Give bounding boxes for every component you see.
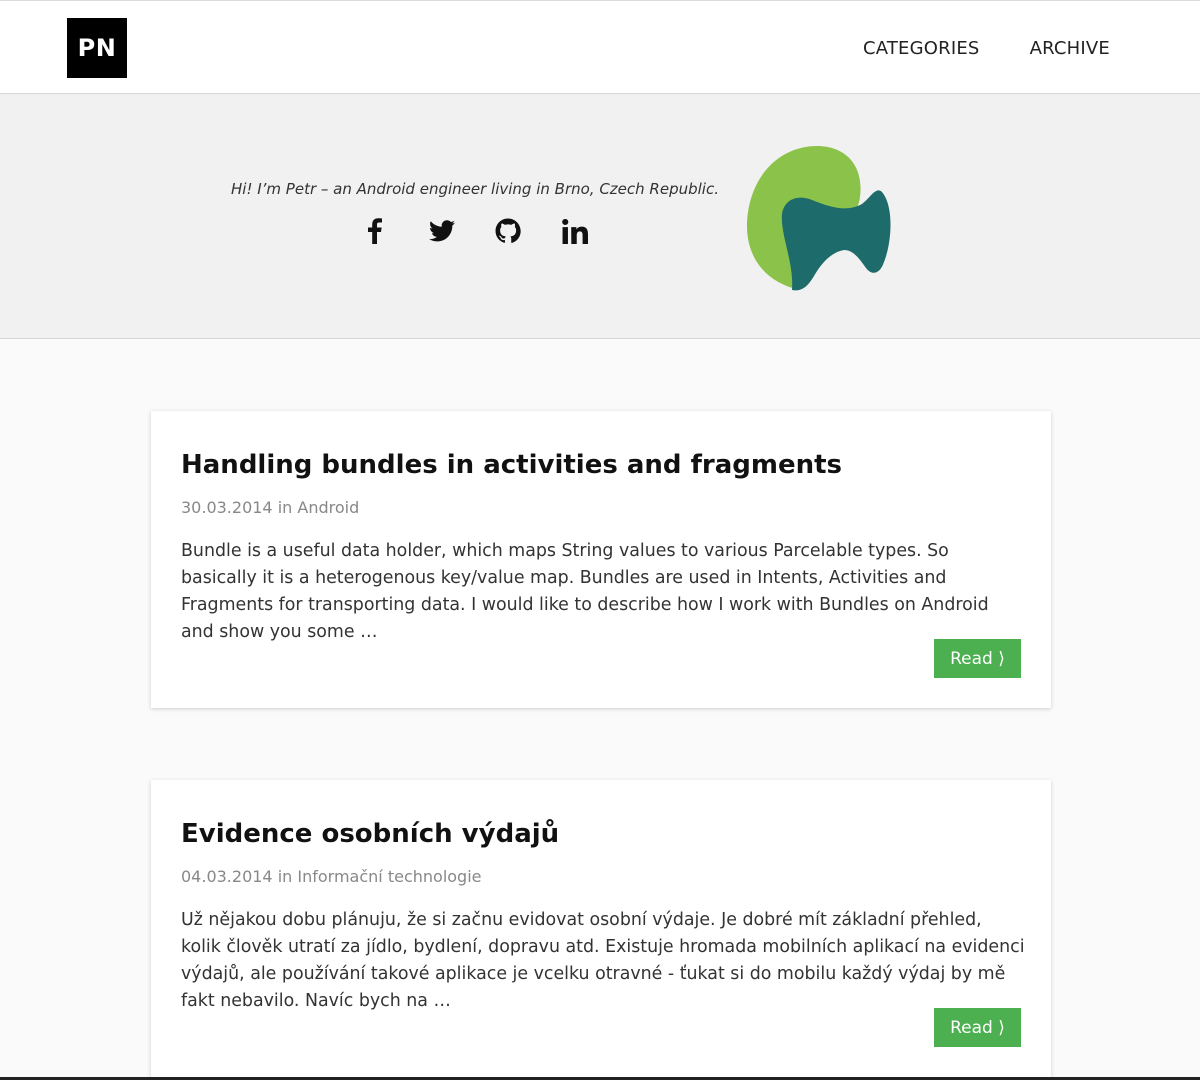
post-meta: 30.03.2014 in Android (181, 498, 1021, 518)
main-nav: CATEGORIES ARCHIVE (813, 1, 1110, 95)
post-title[interactable]: Evidence osobních výdajů (181, 816, 1021, 852)
post-date: 30.03.2014 (181, 498, 273, 517)
nav-categories[interactable]: CATEGORIES (863, 38, 980, 59)
post-date: 04.03.2014 (181, 867, 273, 886)
post-card: Handling bundles in activities and fragm… (151, 411, 1051, 708)
facebook-link[interactable] (360, 216, 390, 246)
post-meta: 04.03.2014 in Informační technologie (181, 867, 1021, 887)
twitter-icon (428, 220, 455, 242)
twitter-link[interactable] (427, 216, 457, 246)
read-button[interactable]: Read ⟩ (934, 1008, 1021, 1047)
linkedin-icon (562, 218, 588, 244)
site-logo[interactable]: PN (67, 18, 127, 78)
post-category-link[interactable]: Informační technologie (297, 867, 481, 886)
github-icon (495, 218, 521, 243)
linkedin-link[interactable] (560, 216, 590, 246)
nav-archive[interactable]: ARCHIVE (1030, 38, 1110, 59)
post-title[interactable]: Handling bundles in activities and fragm… (181, 447, 1021, 483)
post-meta-in: in (277, 867, 293, 886)
site-header: PN CATEGORIES ARCHIVE (0, 0, 1200, 94)
read-button[interactable]: Read ⟩ (934, 639, 1021, 678)
github-link[interactable] (493, 216, 523, 246)
hero-section: Hi! I’m Petr – an Android engineer livin… (0, 94, 1200, 339)
post-excerpt: Bundle is a useful data holder, which ma… (181, 541, 989, 642)
post-category-link[interactable]: Android (297, 498, 359, 517)
post-card: Evidence osobních výdajů 04.03.2014 in I… (151, 780, 1051, 1080)
brand-logo-icon (746, 146, 891, 291)
post-meta-in: in (277, 498, 293, 517)
post-excerpt: Už nějakou dobu plánuju, že si začnu evi… (181, 910, 1025, 1011)
facebook-icon (368, 218, 382, 244)
social-links (360, 216, 590, 246)
intro-text: Hi! I’m Petr – an Android engineer livin… (231, 180, 719, 198)
